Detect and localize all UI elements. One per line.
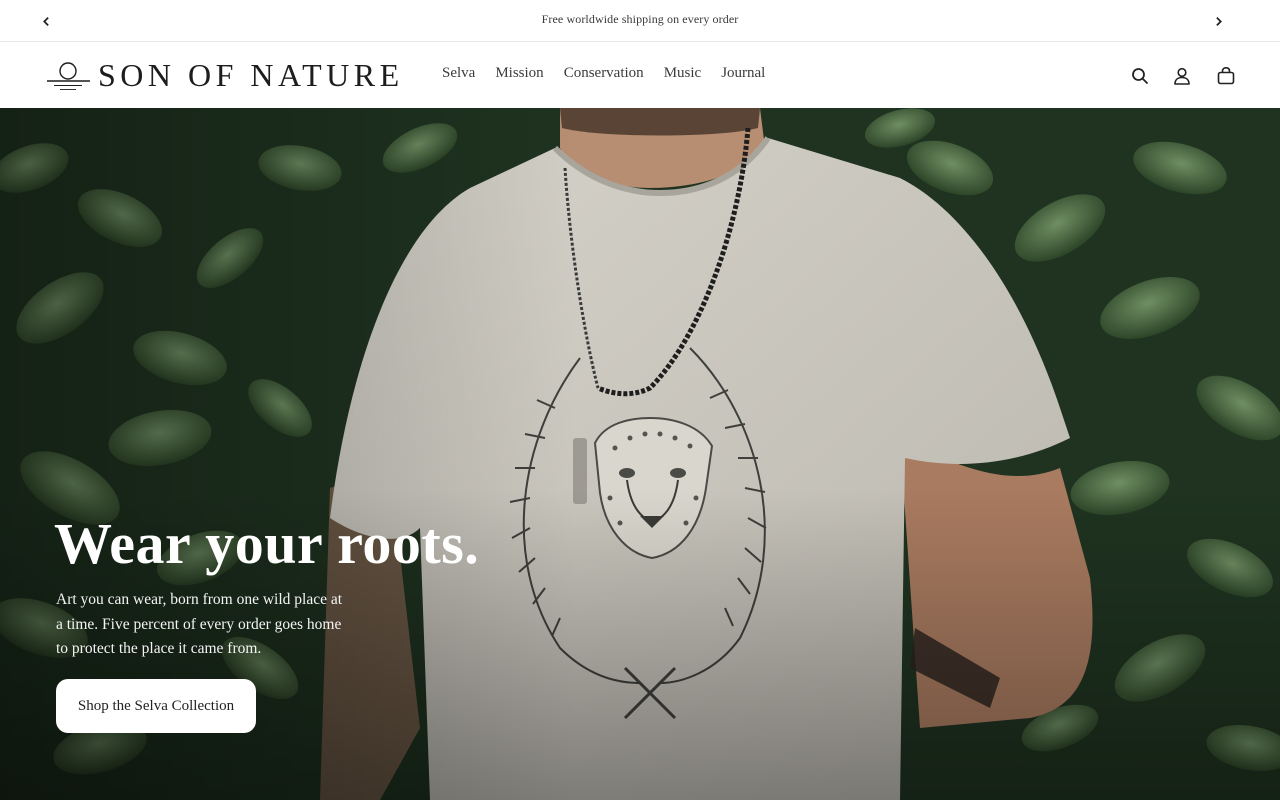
- logo-link[interactable]: SON OF NATURE: [46, 57, 404, 93]
- nav-item-conservation[interactable]: Conservation: [564, 65, 644, 82]
- hero-description: Art you can wear, born from one wild pla…: [56, 591, 343, 657]
- search-icon: [1132, 68, 1148, 84]
- nav-item-selva[interactable]: Selva: [442, 65, 475, 82]
- nav-item-mission[interactable]: Mission: [495, 65, 543, 82]
- shop-selva-collection-button[interactable]: Shop the Selva Collection: [56, 679, 256, 733]
- sun-horizon-logo-icon: [47, 62, 90, 90]
- account-button[interactable]: [1171, 65, 1193, 87]
- nav-item-journal[interactable]: Journal: [721, 65, 765, 82]
- main-nav: Selva Mission Conservation Music Journal: [442, 65, 765, 82]
- site-header: SON OF NATURE Selva Mission Conservation…: [0, 43, 1280, 108]
- cart-icon: [1217, 66, 1235, 85]
- announcement-next-button[interactable]: [1208, 11, 1228, 31]
- account-icon: [1174, 67, 1190, 85]
- nav-item-music[interactable]: Music: [664, 65, 702, 82]
- logo-wordmark: SON OF NATURE: [98, 57, 404, 93]
- chevron-right-icon: [1215, 16, 1222, 26]
- hero-title: Wear your roots.: [54, 511, 480, 576]
- hero-banner: Wear your roots. Art you can wear, born …: [0, 108, 1280, 800]
- cart-button[interactable]: [1215, 65, 1237, 87]
- announcement-bar: Free worldwide shipping on every order: [0, 0, 1280, 42]
- search-button[interactable]: [1129, 65, 1151, 87]
- announcement-text: Free worldwide shipping on every order: [541, 12, 739, 26]
